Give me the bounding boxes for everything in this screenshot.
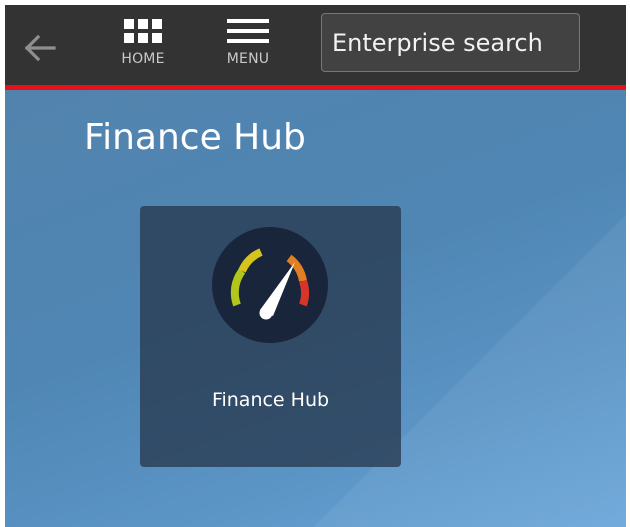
tile-label: Finance Hub (211, 389, 330, 411)
hamburger-icon (227, 19, 269, 43)
enterprise-search-input[interactable] (321, 13, 580, 72)
back-button[interactable] (19, 27, 61, 69)
app-frame: HOME MENU Finance Hub (5, 5, 626, 527)
home-button[interactable]: HOME (113, 19, 173, 77)
menu-button[interactable]: MENU (218, 19, 278, 77)
top-bar: HOME MENU (5, 5, 626, 85)
home-label: HOME (121, 51, 165, 67)
page-title: Finance Hub (84, 117, 306, 158)
speedometer-icon (212, 227, 328, 343)
menu-label: MENU (226, 51, 270, 67)
main-content: Finance Hub Finance Hub (5, 90, 626, 527)
arrow-left-icon (24, 34, 56, 62)
grid-icon (124, 19, 162, 43)
tile-finance-hub[interactable]: Finance Hub (140, 206, 401, 467)
